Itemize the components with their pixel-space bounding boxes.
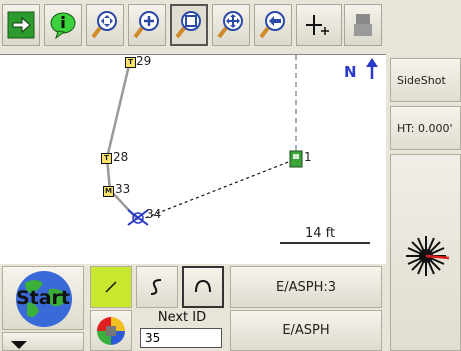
surveyor-button[interactable] [344,4,382,46]
north-arrow-icon [366,58,378,79]
zoom-previous-icon [259,11,285,39]
point-29-code[interactable]: T [125,57,136,68]
point-1-icon [289,150,303,168]
next-id-input[interactable] [140,328,222,348]
surveyor-icon [354,14,372,36]
station-34-icon [127,209,149,226]
point-33-code[interactable]: M [103,186,114,197]
ht-button[interactable]: HT: 0.000' [390,106,461,150]
menu-dropdown[interactable] [2,332,84,351]
start-button[interactable]: Start [2,266,84,330]
zoom-extents-button[interactable] [86,4,124,46]
arc-icon [195,279,211,293]
curve-mode-button[interactable] [136,266,178,308]
zoom-extents-icon [91,11,117,39]
curve-icon [150,279,162,295]
point-34-label: 34 [146,207,162,221]
shot-target-icon [406,236,450,276]
color-wheel-icon [97,316,125,345]
right-panel: SideShot HT: 0.000' [386,54,461,351]
pan-icon [217,11,243,39]
point-29-label: 29 [136,54,152,68]
info-bubble-icon [50,12,76,40]
next-id-label: Next ID [157,310,207,325]
point-1-label: 1 [304,150,312,164]
north-label: N [344,63,357,81]
next-button[interactable] [2,4,40,46]
info-button[interactable] [44,4,82,46]
zoom-out-icon [133,11,159,39]
crosshair-plus-icon [306,15,329,35]
point-33-label: 33 [115,182,131,196]
zoom-out-button[interactable] [128,4,166,46]
chevron-down-icon [11,341,27,349]
code-button-bottom[interactable]: E/ASPH [230,310,382,351]
bottom-bar: Start E/ASPH:3 Next ID E/ASPH [0,264,386,351]
sideshot-line [139,158,297,221]
line-icon [105,281,117,293]
zoom-window-icon [175,11,201,39]
next-id-group: Next ID [136,310,228,351]
start-label: Start [15,287,71,309]
map-view[interactable]: T 29 T 28 M 33 34 1 N 14 ft [0,54,386,265]
scale-label: 14 ft [305,226,336,241]
point-28-label: 28 [113,150,129,164]
arrow-right-icon [7,11,35,39]
point-28-code[interactable]: T [101,153,112,164]
line-mode-button[interactable] [90,266,132,308]
add-point-button[interactable] [296,4,342,46]
arc-mode-button[interactable] [182,266,224,308]
zoom-window-button[interactable] [170,4,208,46]
toolbar-overflow [386,0,461,54]
sideshot-button[interactable]: SideShot [390,58,461,102]
top-toolbar [0,0,461,54]
code-button-top[interactable]: E/ASPH:3 [230,266,382,308]
measure-button[interactable] [390,154,461,351]
color-picker-button[interactable] [90,310,132,351]
pan-button[interactable] [212,4,250,46]
zoom-previous-button[interactable] [254,4,292,46]
